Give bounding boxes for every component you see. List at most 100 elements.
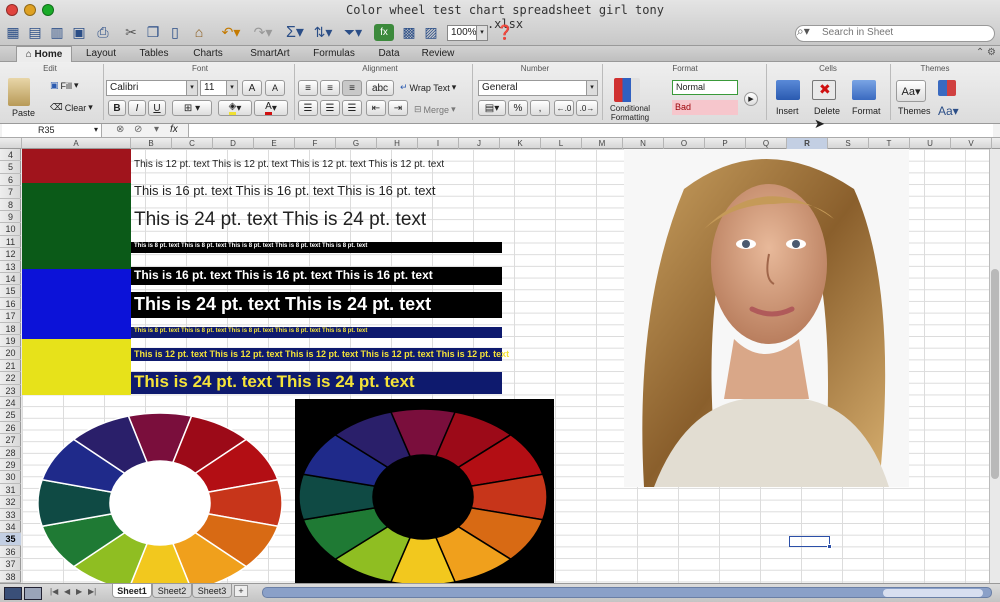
- styles-next-button[interactable]: ▶: [744, 92, 758, 106]
- tab-tables[interactable]: Tables: [132, 46, 176, 62]
- column-header-O[interactable]: O: [664, 138, 705, 149]
- row-header-19[interactable]: 19: [0, 335, 21, 348]
- collapse-ribbon-icon[interactable]: ⌃ ⚙: [976, 47, 996, 58]
- row-header-27[interactable]: 27: [0, 434, 21, 447]
- column-header-E[interactable]: E: [254, 138, 295, 149]
- horizontal-scrollbar[interactable]: [262, 587, 992, 598]
- column-header-U[interactable]: U: [910, 138, 951, 149]
- align-middle-button[interactable]: ≡: [320, 80, 340, 96]
- row-header-9[interactable]: 9: [0, 211, 21, 224]
- tab-review[interactable]: Review: [416, 46, 460, 62]
- column-header-B[interactable]: B: [131, 138, 172, 149]
- print-icon[interactable]: ⎙: [94, 22, 112, 42]
- zoom-window-button[interactable]: [42, 4, 54, 16]
- number-format-field[interactable]: General: [478, 80, 598, 96]
- row-header-4[interactable]: 4: [0, 149, 21, 162]
- column-header-T[interactable]: T: [869, 138, 910, 149]
- text-orientation-button[interactable]: abc: [366, 80, 394, 96]
- sort-icon[interactable]: ⇅▾: [312, 22, 334, 42]
- row-header-37[interactable]: 37: [0, 558, 21, 571]
- column-header-D[interactable]: D: [213, 138, 254, 149]
- column-header-V[interactable]: V: [951, 138, 992, 149]
- row-header-11[interactable]: 11: [0, 236, 21, 249]
- column-header-P[interactable]: P: [705, 138, 746, 149]
- column-header-S[interactable]: S: [828, 138, 869, 149]
- row-header-14[interactable]: 14: [0, 273, 21, 286]
- column-header-R[interactable]: R: [787, 138, 828, 149]
- font-name-field[interactable]: Calibri: [106, 80, 194, 96]
- open-icon[interactable]: ▤: [26, 22, 44, 42]
- paste-icon[interactable]: ▯: [166, 22, 184, 42]
- vertical-scroll-thumb[interactable]: [991, 269, 999, 479]
- tab-data[interactable]: Data: [372, 46, 406, 62]
- next-sheet-icon[interactable]: ▶: [76, 587, 82, 596]
- undo-icon[interactable]: ↶▾: [218, 22, 244, 42]
- insert-function-button[interactable]: fx: [170, 124, 178, 135]
- accounting-format-button[interactable]: ▤▾: [478, 100, 506, 116]
- row-header-23[interactable]: 23: [0, 385, 21, 397]
- row-header-13[interactable]: 13: [0, 261, 21, 273]
- align-top-button[interactable]: ≡: [298, 80, 318, 96]
- sheet-tab-2[interactable]: Sheet2: [152, 584, 192, 598]
- style-bad[interactable]: Bad: [672, 100, 738, 115]
- normal-view-button[interactable]: [4, 587, 22, 600]
- column-header-J[interactable]: J: [459, 138, 500, 149]
- delete-cells-icon[interactable]: ✖: [812, 80, 836, 100]
- row-header-5[interactable]: 5: [0, 161, 21, 174]
- increase-decimal-button[interactable]: ←.0: [554, 100, 574, 116]
- italic-button[interactable]: I: [128, 100, 146, 116]
- gallery-icon[interactable]: ▥: [48, 22, 66, 42]
- theme-colors-icon[interactable]: [938, 80, 956, 96]
- style-normal[interactable]: Normal: [672, 80, 738, 95]
- cut-icon[interactable]: ✂: [122, 22, 140, 42]
- minimize-window-button[interactable]: [24, 4, 36, 16]
- merge-button[interactable]: ⊟ Merge ▾: [414, 104, 456, 115]
- toolbox-icon[interactable]: ▩: [400, 22, 418, 42]
- row-header-18[interactable]: 18: [0, 323, 21, 335]
- column-header-M[interactable]: M: [582, 138, 623, 149]
- prev-sheet-icon[interactable]: ◀: [64, 587, 70, 596]
- insert-cells-icon[interactable]: [776, 80, 800, 100]
- vertical-scrollbar[interactable]: [989, 149, 1000, 583]
- column-header-Q[interactable]: Q: [746, 138, 787, 149]
- formula-input[interactable]: [188, 124, 993, 137]
- paste-icon[interactable]: [8, 78, 30, 106]
- column-header-H[interactable]: H: [377, 138, 418, 149]
- conditional-formatting-icon[interactable]: [614, 78, 640, 102]
- save-icon[interactable]: ▣: [70, 22, 88, 42]
- format-cells-icon[interactable]: [852, 80, 876, 100]
- row-header-15[interactable]: 15: [0, 285, 21, 298]
- row-header-33[interactable]: 33: [0, 509, 21, 521]
- fill-button[interactable]: ▣ Fill ▾: [50, 80, 79, 91]
- confirm-formula-icon[interactable]: ⊘: [134, 124, 142, 135]
- tab-smartart[interactable]: SmartArt: [242, 46, 298, 62]
- column-header-I[interactable]: I: [418, 138, 459, 149]
- sum-icon[interactable]: Σ▾: [284, 22, 306, 42]
- shrink-font-button[interactable]: A: [265, 80, 285, 96]
- fill-handle[interactable]: [827, 544, 832, 549]
- help-icon[interactable]: ❓: [496, 22, 513, 42]
- row-header-32[interactable]: 32: [0, 496, 21, 509]
- column-header-K[interactable]: K: [500, 138, 541, 149]
- row-header-6[interactable]: 6: [0, 174, 21, 187]
- delete-button[interactable]: Delete: [814, 106, 840, 116]
- row-header-24[interactable]: 24: [0, 397, 21, 410]
- redo-icon[interactable]: ↷▾: [250, 22, 276, 42]
- align-bottom-button[interactable]: ≡: [342, 80, 362, 96]
- underline-button[interactable]: U: [148, 100, 166, 116]
- percent-style-button[interactable]: %: [508, 100, 528, 116]
- row-header-12[interactable]: 12: [0, 248, 21, 261]
- row-header-34[interactable]: 34: [0, 521, 21, 534]
- format-painter-icon[interactable]: ⌂: [190, 22, 208, 42]
- row-header-7[interactable]: 7: [0, 186, 21, 199]
- row-header-38[interactable]: 38: [0, 571, 21, 583]
- number-format-dropdown[interactable]: ▾: [586, 80, 598, 96]
- sheet-grid[interactable]: This is 12 pt. text This is 12 pt. text …: [22, 149, 1000, 583]
- new-icon[interactable]: ▦: [4, 22, 22, 42]
- row-header-35[interactable]: 35: [0, 533, 21, 546]
- grow-font-button[interactable]: A: [242, 80, 262, 96]
- font-color-button[interactable]: A ▾: [254, 100, 288, 116]
- column-header-G[interactable]: G: [336, 138, 377, 149]
- page-layout-view-button[interactable]: [24, 587, 42, 600]
- sheet-tab-1[interactable]: Sheet1: [112, 584, 152, 598]
